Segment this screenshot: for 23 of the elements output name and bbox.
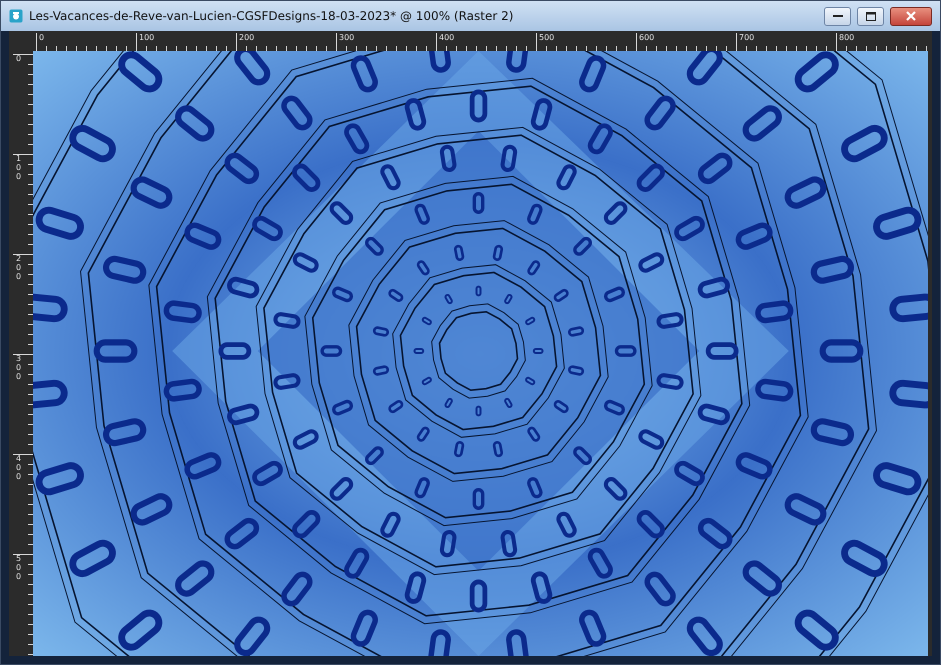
app-icon xyxy=(9,9,23,23)
ruler-label: 300 xyxy=(338,33,356,43)
ruler-label: 0 xyxy=(38,33,46,43)
ruler-label: 500 xyxy=(538,33,556,43)
close-button[interactable] xyxy=(890,6,932,26)
ruler-label: 200 xyxy=(15,255,22,282)
maximize-icon xyxy=(866,12,876,20)
minimize-button[interactable] xyxy=(824,6,851,26)
ruler-label: 100 xyxy=(138,33,156,43)
ruler-label: 700 xyxy=(738,33,756,43)
minimize-icon xyxy=(832,14,842,18)
ruler-label: 400 xyxy=(438,33,456,43)
ruler-label: 300 xyxy=(15,355,22,382)
ruler-label: 200 xyxy=(238,33,256,43)
ruler-label: 100 xyxy=(15,155,22,182)
close-icon xyxy=(906,11,916,21)
ruler-label: 500 xyxy=(15,555,22,582)
window-title: Les-Vacances-de-Reve-van-Lucien-CGSFDesigns-18-03-2023* @ 100% (Raster 2) xyxy=(29,9,514,23)
ruler-label: 400 xyxy=(15,455,22,482)
ruler-label: 600 xyxy=(638,33,656,43)
ruler-label: 800 xyxy=(838,33,856,43)
maximize-button[interactable] xyxy=(857,6,884,26)
ruler-label: 0 xyxy=(15,55,22,64)
